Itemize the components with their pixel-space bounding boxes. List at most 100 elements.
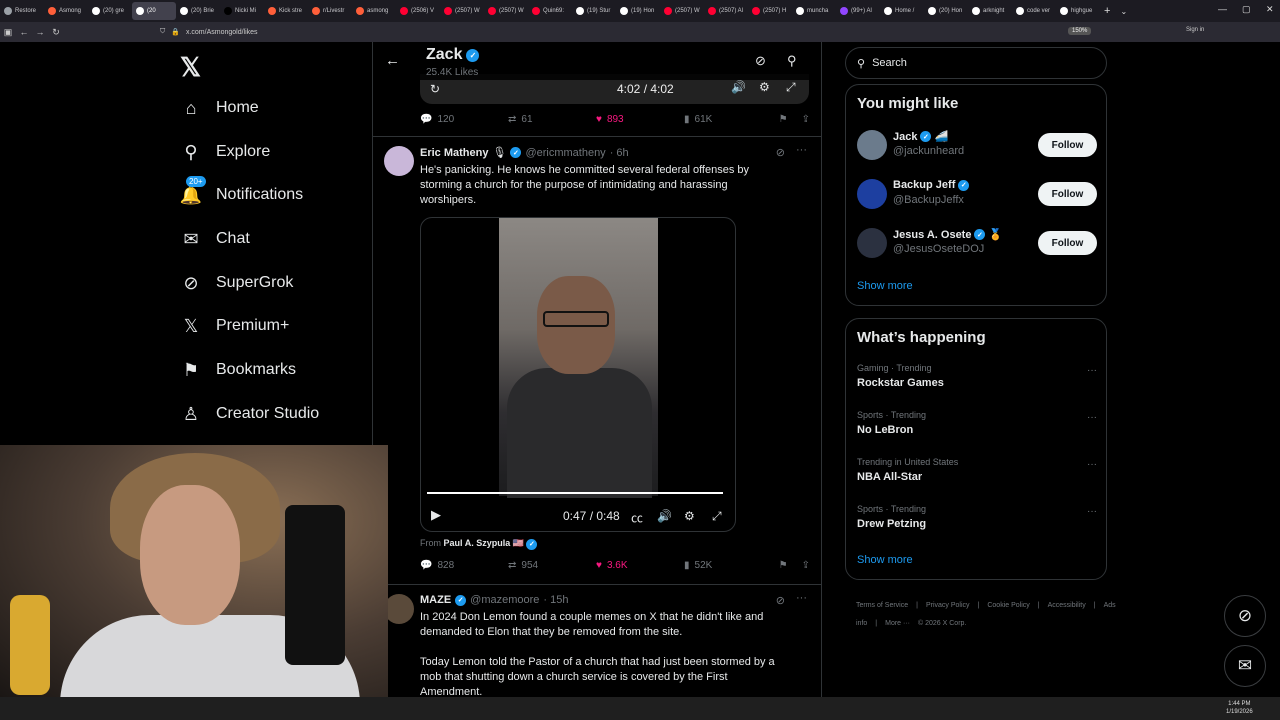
more-icon[interactable]: ··· xyxy=(1087,365,1097,376)
views-button[interactable]: ▮ 52K xyxy=(684,560,772,571)
follow-suggestion[interactable]: Backup Jeff ✓ @BackupJeffx Follow xyxy=(857,177,1097,211)
nav-item-home[interactable]: ⌂ Home xyxy=(180,97,259,119)
nav-item-supergrok[interactable]: ⊘ SuperGrok xyxy=(180,272,293,294)
taskbar-clock[interactable]: 1:44 PM 1/19/2026 xyxy=(1226,700,1253,716)
reload-icon[interactable]: ↻ xyxy=(48,27,64,38)
nav-item-chat[interactable]: ✉ Chat xyxy=(180,228,249,250)
sidebar-toggle-icon[interactable]: ▣ xyxy=(0,27,16,38)
browser-tab[interactable]: Kick stre xyxy=(264,2,308,20)
reply-button[interactable]: 💬 120 xyxy=(420,114,508,125)
avatar[interactable] xyxy=(384,146,414,176)
browser-tab[interactable]: (2507) W xyxy=(484,2,528,20)
settings-icon[interactable]: ⚙ xyxy=(684,509,695,523)
browser-tab[interactable]: Quin69: xyxy=(528,2,572,20)
back-arrow-icon[interactable]: ← xyxy=(385,52,400,69)
grok-icon[interactable]: ⊘ xyxy=(755,53,766,69)
url-bar[interactable]: ⛉ 🔒 x.com/Asmongold/likes xyxy=(160,24,1040,40)
more-icon[interactable]: ··· xyxy=(1087,412,1097,423)
show-more-link[interactable]: Show more xyxy=(857,280,913,292)
browser-tab[interactable]: (20) gre xyxy=(88,2,132,20)
browser-tab[interactable]: (2506) V xyxy=(396,2,440,20)
back-icon[interactable]: ← xyxy=(16,27,32,37)
follow-suggestion[interactable]: Jack ✓ 🚄 @jackunheard Follow xyxy=(857,128,1097,162)
captions-icon[interactable]: ㏄ xyxy=(631,509,643,526)
settings-icon[interactable]: ⚙ xyxy=(759,80,770,94)
follow-suggestion[interactable]: Jesus A. Osete ✓ 🏅 @JesusOseteDOJ Follow xyxy=(857,226,1097,260)
more-icon[interactable]: ··· xyxy=(1087,506,1097,517)
author-name[interactable]: Eric Matheny xyxy=(420,147,488,159)
browser-tab[interactable]: (2507) W xyxy=(440,2,484,20)
grok-icon[interactable]: ⊘ xyxy=(776,146,785,159)
more-icon[interactable]: ··· xyxy=(796,592,807,604)
browser-tab[interactable]: code ver xyxy=(1012,2,1056,20)
nav-item-creator-studio[interactable]: ♙ Creator Studio xyxy=(180,403,319,425)
footer-link[interactable]: © 2026 X Corp. xyxy=(918,620,966,627)
author-handle[interactable]: @ericmmatheny xyxy=(525,147,605,159)
suggestion-name[interactable]: Jesus A. Osete ✓ 🏅 xyxy=(893,228,1002,242)
new-tab-icon[interactable]: + xyxy=(1104,5,1110,17)
footer-link[interactable]: More ··· xyxy=(885,620,910,627)
browser-tab[interactable]: (2507) W xyxy=(660,2,704,20)
more-icon[interactable]: ··· xyxy=(1087,459,1097,470)
nav-item-bookmarks[interactable]: ⚑ Bookmarks xyxy=(180,359,296,381)
messages-fab-icon[interactable]: ✉ xyxy=(1224,645,1266,687)
avatar[interactable] xyxy=(857,179,887,209)
browser-tab[interactable]: Nicki Mi xyxy=(220,2,264,20)
nav-item-explore[interactable]: ⚲ Explore xyxy=(180,141,270,163)
avatar[interactable] xyxy=(384,594,414,624)
tweet-time[interactable]: · 15h xyxy=(543,594,568,606)
suggestion-handle[interactable]: @BackupJeffx xyxy=(893,194,964,206)
play-icon[interactable]: ▶ xyxy=(431,507,441,523)
browser-tab[interactable]: (99+) Al xyxy=(836,2,880,20)
browser-tab[interactable]: asmong xyxy=(352,2,396,20)
avatar[interactable] xyxy=(857,228,887,258)
suggestion-name[interactable]: Backup Jeff ✓ xyxy=(893,179,972,191)
footer-link[interactable]: Terms of Service xyxy=(856,602,908,609)
browser-tab[interactable]: (20 xyxy=(132,2,176,20)
retweet-button[interactable]: ⇄ 61 xyxy=(508,114,596,125)
x-logo-icon[interactable]: 𝕏 xyxy=(180,52,201,83)
forward-icon[interactable]: → xyxy=(32,27,48,37)
volume-icon[interactable]: 🔊 xyxy=(657,509,672,523)
share-icon[interactable]: ⇪ xyxy=(802,560,810,571)
browser-tab[interactable]: Home / xyxy=(880,2,924,20)
suggestion-name[interactable]: Jack ✓ 🚄 xyxy=(893,130,948,144)
volume-icon[interactable]: 🔊 xyxy=(731,80,746,94)
minimize-icon[interactable]: — xyxy=(1218,4,1227,14)
browser-tab[interactable]: Asmong xyxy=(44,2,88,20)
retweet-button[interactable]: ⇄ 954 xyxy=(508,560,596,571)
browser-tab[interactable]: (20) Hon xyxy=(924,2,968,20)
browser-tab[interactable]: muncha xyxy=(792,2,836,20)
grok-icon[interactable]: ⊘ xyxy=(776,594,785,607)
browser-tab[interactable]: (2507) H xyxy=(748,2,792,20)
views-button[interactable]: ▮ 61K xyxy=(684,114,772,125)
footer-link[interactable]: Cookie Policy xyxy=(987,602,1029,609)
follow-button[interactable]: Follow xyxy=(1038,231,1097,255)
browser-tab[interactable]: (19) Hon xyxy=(616,2,660,20)
more-icon[interactable]: ··· xyxy=(796,144,807,156)
browser-tab[interactable]: r/Livestr xyxy=(308,2,352,20)
source-name[interactable]: Paul A. Szypula 🇺🇸 xyxy=(444,538,524,548)
browser-tab[interactable]: (2507) Al xyxy=(704,2,748,20)
footer-link[interactable]: Privacy Policy xyxy=(926,602,970,609)
trend-item[interactable]: Gaming · Trending Rockstar Games ··· xyxy=(857,363,1097,389)
bookmark-icon[interactable]: ⚑ xyxy=(779,114,788,125)
close-icon[interactable]: ✕ xyxy=(1266,4,1274,15)
like-button[interactable]: ♥ 893 xyxy=(596,114,684,125)
trend-item[interactable]: Sports · Trending No LeBron ··· xyxy=(857,410,1097,436)
browser-tab[interactable]: (19) Stur xyxy=(572,2,616,20)
show-more-link[interactable]: Show more xyxy=(857,554,913,566)
suggestion-handle[interactable]: @jackunheard xyxy=(893,145,964,157)
tweet-time[interactable]: · 6h xyxy=(610,147,629,159)
trend-item[interactable]: Sports · Trending Drew Petzing ··· xyxy=(857,504,1097,530)
nav-item-premium[interactable]: 𝕏 Premium+ xyxy=(180,315,290,337)
reply-button[interactable]: 💬 828 xyxy=(420,560,508,571)
tab-list-icon[interactable]: ⌄ xyxy=(1120,7,1127,16)
video-player[interactable]: ▶ 0:47 / 0:48 ㏄ 🔊 ⚙ ⤢ xyxy=(420,217,736,532)
avatar[interactable] xyxy=(857,130,887,160)
browser-tab[interactable]: (20) Brie xyxy=(176,2,220,20)
follow-button[interactable]: Follow xyxy=(1038,182,1097,206)
grok-fab-icon[interactable]: ⊘ xyxy=(1224,595,1266,637)
search-icon[interactable]: ⚲ xyxy=(787,53,797,69)
maximize-icon[interactable]: ▢ xyxy=(1242,4,1251,15)
